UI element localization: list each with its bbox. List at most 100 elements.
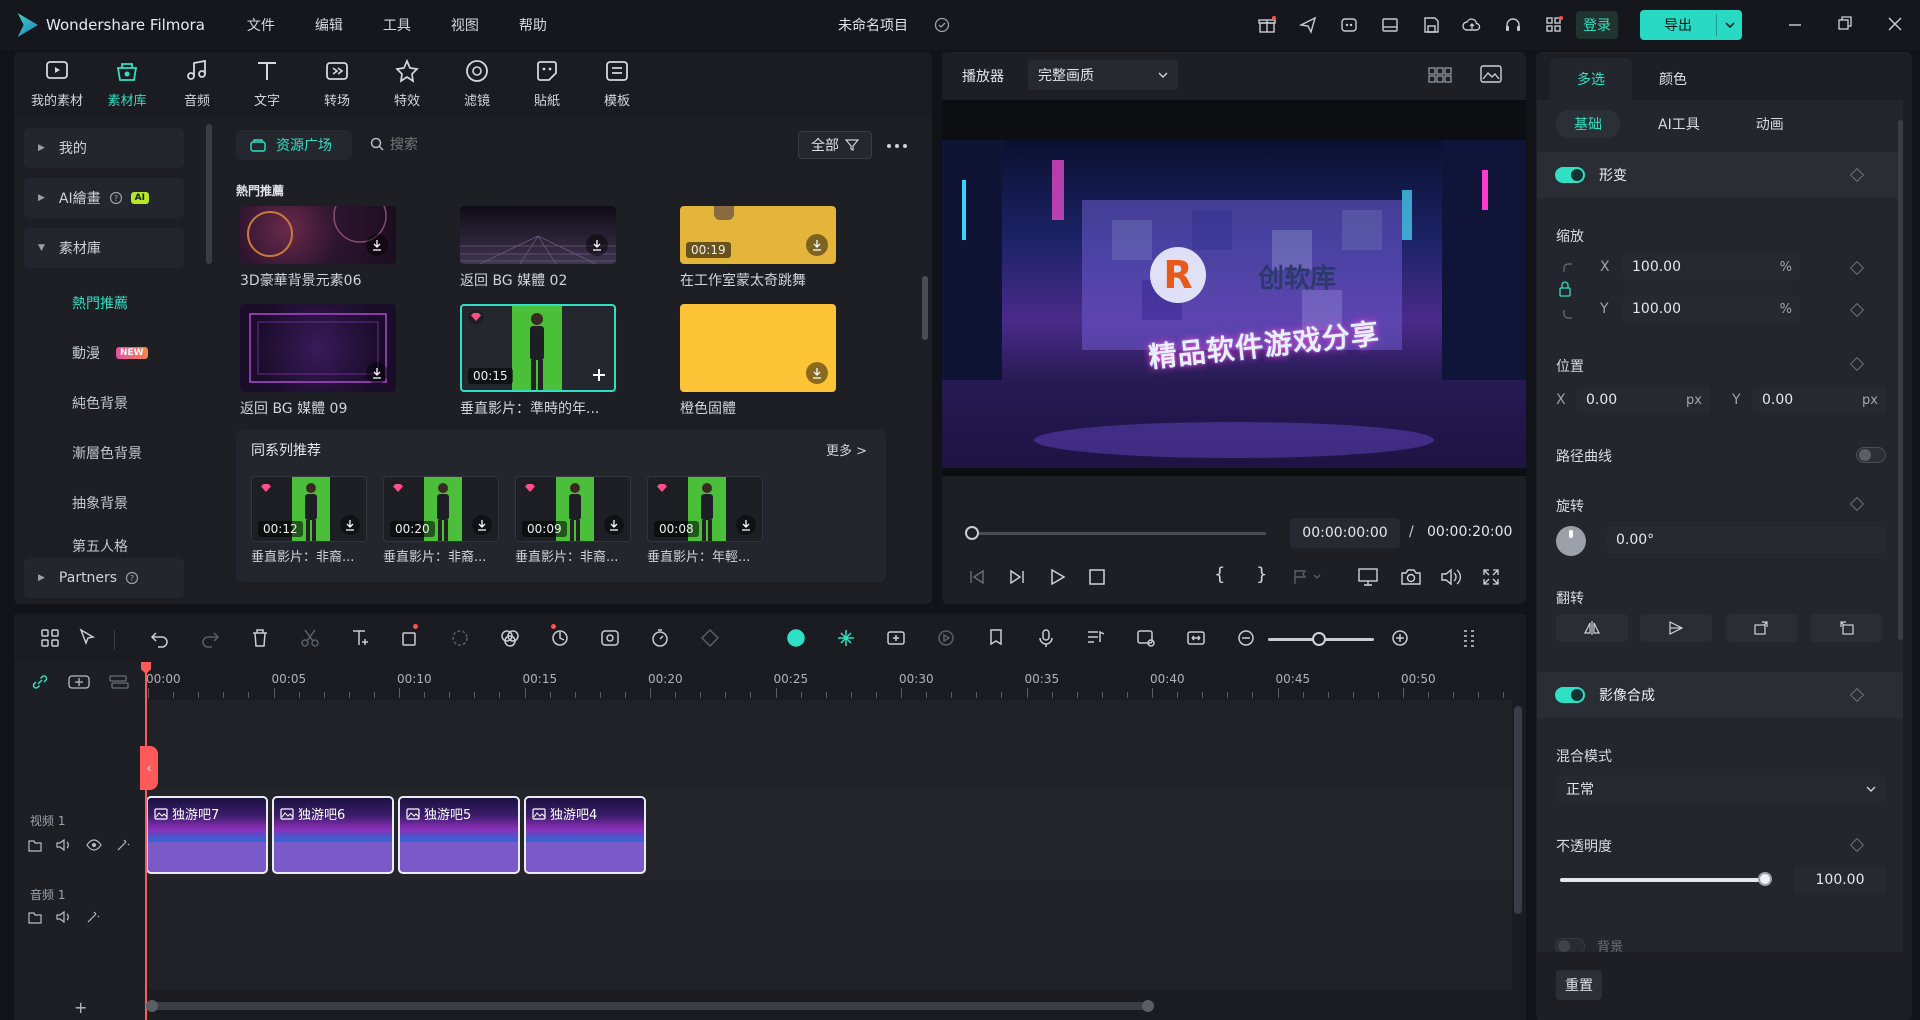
link-icon[interactable] — [30, 674, 50, 690]
marker-dropdown-icon[interactable] — [1292, 568, 1322, 586]
scale-y-input[interactable]: 100.00% — [1622, 295, 1800, 323]
sidebar-sub-anime[interactable]: 動漫 NEW — [24, 328, 184, 378]
folder-icon[interactable] — [28, 910, 42, 924]
delete-icon[interactable] — [250, 628, 272, 650]
layout-grid-icon[interactable] — [40, 628, 62, 650]
download-icon[interactable] — [736, 515, 756, 535]
sidebar-item-partners[interactable]: ▶ Partners? — [24, 558, 184, 598]
transform-toggle[interactable] — [1555, 167, 1585, 183]
tab-effects[interactable]: 特效 — [372, 58, 442, 109]
marker-icon[interactable] — [986, 628, 1008, 650]
mark-out-icon[interactable]: } — [1256, 564, 1267, 585]
tab-my-media[interactable]: 我的素材 — [22, 58, 92, 109]
fullscreen-icon[interactable] — [1482, 568, 1500, 586]
opacity-slider-handle[interactable] — [1758, 872, 1772, 886]
menu-file[interactable]: 文件 — [247, 15, 275, 35]
quality-dropdown[interactable]: 完整画质 — [1028, 60, 1178, 90]
magic-off-icon[interactable] — [86, 910, 100, 924]
flip-vertical-button[interactable] — [1640, 614, 1712, 642]
speed-icon[interactable] — [650, 628, 672, 650]
current-time[interactable]: 00:00:00:00 — [1290, 518, 1400, 548]
timeline-clip[interactable]: 独游吧6 — [272, 796, 394, 874]
sidebar-sub-identity-v[interactable]: 第五人格 — [24, 528, 184, 554]
redo-icon[interactable] — [200, 628, 222, 650]
stock-thumb-orange-solid[interactable] — [680, 304, 836, 392]
playhead-line[interactable] — [145, 662, 147, 1020]
series-thumb[interactable]: 00:08 — [647, 476, 763, 542]
image-snapshot-icon[interactable] — [1480, 64, 1502, 84]
keyframe-icon[interactable] — [700, 628, 722, 650]
ai-portrait-icon[interactable] — [600, 628, 622, 650]
display-settings-icon[interactable] — [1358, 567, 1380, 587]
ai-helper-icon[interactable] — [1337, 10, 1361, 40]
blend-mode-select[interactable]: 正常 — [1556, 775, 1886, 803]
gift-icon[interactable] — [1255, 10, 1279, 40]
menu-edit[interactable]: 编辑 — [315, 15, 343, 35]
motion-track-icon[interactable] — [450, 628, 472, 650]
transform-section-header[interactable]: 形变 — [1537, 152, 1903, 198]
play-icon[interactable] — [1048, 568, 1066, 586]
color-match-icon[interactable] — [500, 628, 522, 650]
zoom-out-icon[interactable] — [1236, 628, 1258, 650]
hscroll-end-handle[interactable] — [1142, 1000, 1154, 1012]
mic-icon[interactable] — [1036, 628, 1058, 650]
stock-thumb-studio-dance[interactable]: 00:19 — [680, 206, 836, 264]
subtab-ai-tools[interactable]: AI工具 — [1640, 110, 1718, 138]
hscroll-start-handle[interactable] — [146, 1000, 158, 1012]
download-icon[interactable] — [586, 234, 608, 256]
tab-transition[interactable]: 转场 — [302, 58, 372, 109]
apps-icon[interactable] — [1542, 10, 1566, 40]
preview-canvas[interactable]: R 创软库 精品软件游戏分享 — [942, 140, 1526, 468]
sidebar-sub-gradient[interactable]: 漸層色背景 — [24, 428, 184, 478]
timeline-hscroll[interactable] — [148, 1002, 1154, 1010]
cloud-upload-icon[interactable] — [1460, 10, 1484, 40]
sidebar-sub-abstract[interactable]: 抽象背景 — [24, 478, 184, 528]
lock-ratio-icon[interactable] — [1558, 262, 1582, 320]
cut-icon[interactable] — [300, 628, 322, 650]
series-thumb[interactable]: 00:20 — [383, 476, 499, 542]
composite-section-header[interactable]: 影像合成 — [1537, 672, 1903, 718]
filter-all-button[interactable]: 全部 — [798, 131, 872, 159]
mark-in-icon[interactable]: { — [1214, 564, 1225, 585]
rotate-dial[interactable] — [1556, 526, 1586, 556]
stock-thumb-bg-media-09[interactable] — [240, 304, 396, 392]
composite-toggle[interactable] — [1555, 687, 1585, 703]
position-x-input[interactable]: 0.00 px — [1576, 386, 1710, 414]
timeline-ruler[interactable]: 00:00 00:05 00:10 00:15 00:20 00:25 00:30 00:35… — [146, 662, 1524, 698]
add-icon[interactable] — [592, 368, 606, 382]
folder-icon[interactable] — [28, 838, 42, 852]
scale-x-input[interactable]: 100.00% — [1622, 253, 1800, 281]
more-options-icon[interactable] — [886, 143, 908, 149]
playback-progress[interactable] — [972, 532, 1266, 535]
ai-edit-icon[interactable] — [550, 628, 572, 650]
tab-audio[interactable]: 音频 — [162, 58, 232, 109]
rotate-input[interactable]: 0.00° — [1606, 526, 1886, 554]
restore-icon[interactable] — [1838, 12, 1852, 38]
timeline-clip[interactable]: 独游吧4 — [524, 796, 646, 874]
stock-thumb-vertical-punctual[interactable]: 00:15 — [460, 304, 616, 392]
project-title[interactable]: 未命名项目 — [838, 15, 908, 35]
magic-off-icon[interactable] — [116, 838, 130, 852]
tab-multi-select[interactable]: 多选 — [1550, 58, 1632, 100]
sidebar-item-ai-painting[interactable]: ▶ AI繪畫? AI — [24, 178, 184, 218]
tab-filters[interactable]: 滤镜 — [442, 58, 512, 109]
flip-horizontal-button[interactable] — [1556, 614, 1628, 642]
resource-plaza-button[interactable]: 资源广场 — [236, 130, 352, 160]
series-thumb[interactable]: 00:12 — [251, 476, 367, 542]
close-icon[interactable] — [1888, 12, 1902, 38]
tab-text[interactable]: 文字 — [232, 58, 302, 109]
menu-help[interactable]: 帮助 — [519, 15, 547, 35]
download-icon[interactable] — [604, 515, 624, 535]
speaker-icon[interactable] — [56, 838, 72, 852]
add-track-icon[interactable] — [68, 674, 90, 690]
download-icon[interactable] — [806, 362, 828, 384]
sidebar-item-mine[interactable]: ▶ 我的 — [24, 128, 184, 168]
help-icon[interactable]: ? — [125, 571, 139, 585]
tab-templates[interactable]: 模板 — [582, 58, 652, 109]
sidebar-sub-hot[interactable]: 熱門推薦 — [24, 278, 184, 328]
grid-view-icon[interactable] — [1428, 66, 1452, 84]
help-icon[interactable]: ? — [109, 191, 123, 205]
undo-icon[interactable] — [150, 628, 172, 650]
zoom-in-icon[interactable] — [1390, 628, 1412, 650]
playhead-handle[interactable]: ‹ — [140, 746, 158, 790]
